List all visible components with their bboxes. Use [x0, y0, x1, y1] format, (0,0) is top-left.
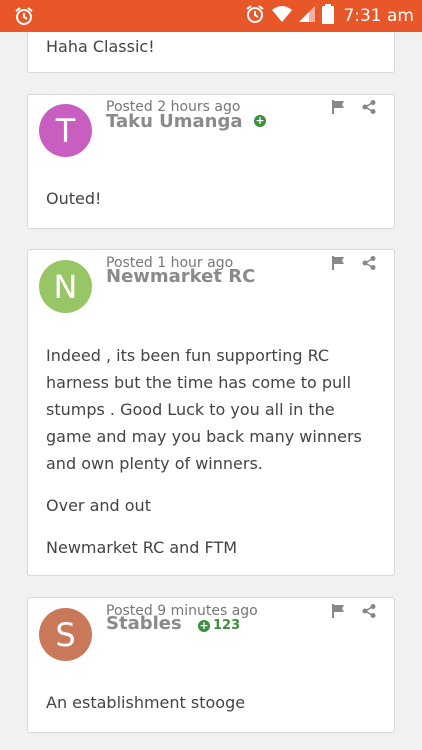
comment-text: Over and out	[46, 496, 151, 515]
flag-icon[interactable]	[332, 99, 346, 118]
vote-count: 123	[213, 618, 241, 633]
comment-card: N Posted 1 hour ago Newmarket RC Indeed …	[27, 249, 395, 576]
comment-text: Newmarket RC and FTM	[46, 538, 238, 557]
clock: 7:31 am	[343, 6, 414, 26]
comment-card: S Posted 9 minutes ago Stables + 123 An …	[27, 597, 395, 733]
signal-icon	[299, 5, 316, 27]
battery-icon	[322, 4, 335, 28]
avatar[interactable]: T	[39, 104, 92, 157]
flag-icon[interactable]	[332, 255, 346, 274]
avatar[interactable]: N	[39, 260, 92, 313]
share-icon[interactable]	[362, 255, 376, 274]
comment-body: Outed!	[46, 185, 376, 212]
status-bar: 7:31 am	[0, 0, 422, 32]
comment-card: Haha Classic!	[27, 32, 395, 73]
author-name[interactable]: Newmarket RC	[106, 266, 255, 287]
alarm-icon	[245, 4, 265, 28]
comment-text: Indeed , its been fun supporting RC harn…	[46, 346, 362, 473]
comment-text: An establishment stooge	[46, 693, 246, 712]
avatar-letter: T	[55, 111, 76, 150]
comment-text: Haha Classic!	[46, 37, 155, 56]
vote-badge[interactable]: + 123	[198, 618, 240, 633]
share-icon[interactable]	[362, 99, 376, 118]
share-icon[interactable]	[362, 603, 376, 622]
comment-body: An establishment stooge	[46, 689, 376, 716]
avatar-letter: N	[53, 267, 78, 306]
vote-badge[interactable]: +	[254, 115, 266, 127]
comment-body: Indeed , its been fun supporting RC harn…	[46, 342, 376, 561]
comment-card: T Posted 2 hours ago Taku Umanga + Outed…	[27, 94, 395, 229]
alarm-icon	[14, 6, 34, 30]
plus-icon: +	[198, 618, 210, 632]
avatar-letter: S	[55, 615, 76, 654]
comment-text: Outed!	[46, 189, 102, 208]
author-name[interactable]: Stables	[106, 613, 182, 634]
plus-icon: +	[254, 114, 266, 127]
flag-icon[interactable]	[332, 603, 346, 622]
author-name[interactable]: Taku Umanga	[106, 111, 243, 132]
comment-body: Haha Classic!	[46, 33, 376, 60]
avatar[interactable]: S	[39, 608, 92, 661]
comment-feed[interactable]: Haha Classic! T Posted 2 hours ago Taku …	[0, 32, 422, 750]
wifi-icon	[272, 5, 293, 27]
